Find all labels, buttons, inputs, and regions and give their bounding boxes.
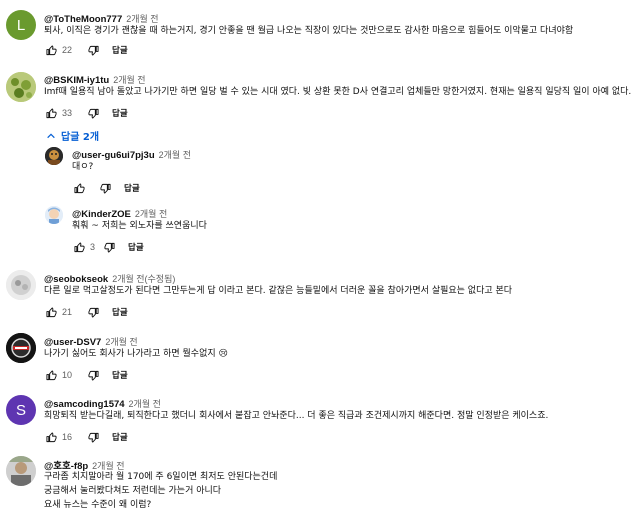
avatar-image [45, 147, 63, 165]
avatar[interactable] [6, 270, 36, 300]
thumb-up-icon [45, 431, 57, 442]
avatar[interactable] [6, 456, 36, 486]
comment-text: 다른 일로 먹고살정도가 된다면 그만두는게 답 이라고 본다. 같잖은 능들밑… [44, 286, 513, 296]
avatar[interactable] [45, 147, 63, 165]
avatar-image [45, 206, 63, 224]
like-button[interactable] [44, 305, 58, 319]
thumb-down-icon [103, 242, 115, 253]
comment-time[interactable]: 2개월 전 [135, 209, 167, 219]
thumb-up-icon [73, 182, 85, 193]
dislike-button[interactable] [98, 181, 112, 195]
like-button[interactable] [44, 43, 58, 57]
avatar-image [6, 456, 36, 486]
like-button[interactable] [44, 368, 58, 382]
dislike-button[interactable] [86, 430, 100, 444]
thumb-down-icon [87, 45, 99, 56]
comment-actions: 답글 [72, 181, 140, 195]
thumb-down-icon [87, 370, 99, 381]
comment-text-line: 궁금해서 눌러봤다쳐도 저런데는 가는거 아니다 [44, 486, 222, 496]
thumb-down-icon [99, 183, 111, 194]
dislike-button[interactable] [86, 43, 100, 57]
like-count: 33 [62, 108, 73, 118]
replies-toggle-button[interactable]: 답글 2개 [46, 128, 99, 143]
like-count: 22 [62, 45, 73, 55]
thumb-down-icon [87, 432, 99, 443]
comment-text-line: 요새 뉴스는 수준이 왜 이럼? [44, 500, 152, 510]
avatar-image [6, 270, 36, 300]
like-button[interactable] [44, 430, 58, 444]
like-count: 21 [62, 307, 73, 317]
avatar[interactable] [45, 206, 63, 224]
comment-text: 퇴사, 이직은 경기가 괜찮을 때 하는거지, 경기 안좋을 땐 월급 나오는 … [44, 26, 574, 36]
avatar-image [6, 333, 36, 363]
like-button[interactable] [44, 106, 58, 120]
dislike-button[interactable] [86, 106, 100, 120]
comment-text-line: 구라좀 치지말아라 월 170에 주 6일이면 최저도 안된다는건데 [44, 472, 278, 482]
avatar[interactable]: S [6, 395, 36, 425]
comment-time[interactable]: 2개월 전(수정됨) [112, 274, 175, 284]
comment-actions: 33 답글 [44, 106, 128, 120]
comment-time[interactable]: 2개월 전 [113, 75, 145, 85]
comment-text: 희망퇴직 받는다길래, 퇴직한다고 했더니 회사에서 붙잡고 안놔준다... 더… [44, 411, 549, 421]
comment-actions: 16 답글 [44, 430, 128, 444]
reply-button[interactable]: 답글 [112, 431, 128, 443]
thumb-up-icon [45, 44, 57, 55]
thumb-down-icon [87, 108, 99, 119]
like-button[interactable] [72, 181, 86, 195]
comment-time[interactable]: 2개월 전 [129, 399, 161, 409]
avatar[interactable] [6, 72, 36, 102]
comment-time[interactable]: 2개월 전 [126, 14, 158, 24]
chevron-up-icon [47, 132, 55, 138]
comment-text: 훠훠 ~ 저희는 외노자를 쓰연웁니다 [72, 221, 207, 231]
thumb-down-icon [87, 307, 99, 318]
like-count: 3 [90, 242, 96, 252]
avatar-image [6, 72, 36, 102]
reply-button[interactable]: 답글 [112, 306, 128, 318]
dislike-button[interactable] [86, 305, 100, 319]
dislike-button[interactable] [86, 368, 100, 382]
reply-button[interactable]: 답글 [112, 369, 128, 381]
comment-time[interactable]: 2개월 전 [159, 150, 191, 160]
thumb-up-icon [73, 241, 85, 252]
comment-actions: 21 답글 [44, 305, 128, 319]
reply-button[interactable]: 답글 [124, 182, 140, 194]
like-count: 10 [62, 370, 73, 380]
comment-text: 나가기 싫어도 회사가 나가라고 하면 뭘수없지 😢 [44, 349, 228, 359]
reply-button[interactable]: 답글 [112, 107, 128, 119]
avatar[interactable] [6, 333, 36, 363]
comment-text: Imf때 일용직 남아 돌았고 나가기만 하면 일당 벌 수 있는 시대 였다.… [44, 87, 632, 97]
thumb-up-icon [45, 306, 57, 317]
thumb-up-icon [45, 107, 57, 118]
thumb-up-icon [45, 369, 57, 380]
comment-text: 대ㅇ? [72, 162, 94, 172]
reply-button[interactable]: 답글 [128, 241, 144, 253]
like-count: 16 [62, 432, 73, 442]
comment-actions: 22 답글 [44, 43, 128, 57]
avatar[interactable]: L [6, 10, 36, 40]
comment-time[interactable]: 2개월 전 [105, 337, 137, 347]
comment-actions: 10 답글 [44, 368, 128, 382]
like-button[interactable] [72, 240, 86, 254]
replies-count-label: 답글 2개 [61, 132, 100, 143]
comment-actions: 3 답글 [72, 240, 144, 254]
dislike-button[interactable] [102, 240, 116, 254]
reply-button[interactable]: 답글 [112, 44, 128, 56]
